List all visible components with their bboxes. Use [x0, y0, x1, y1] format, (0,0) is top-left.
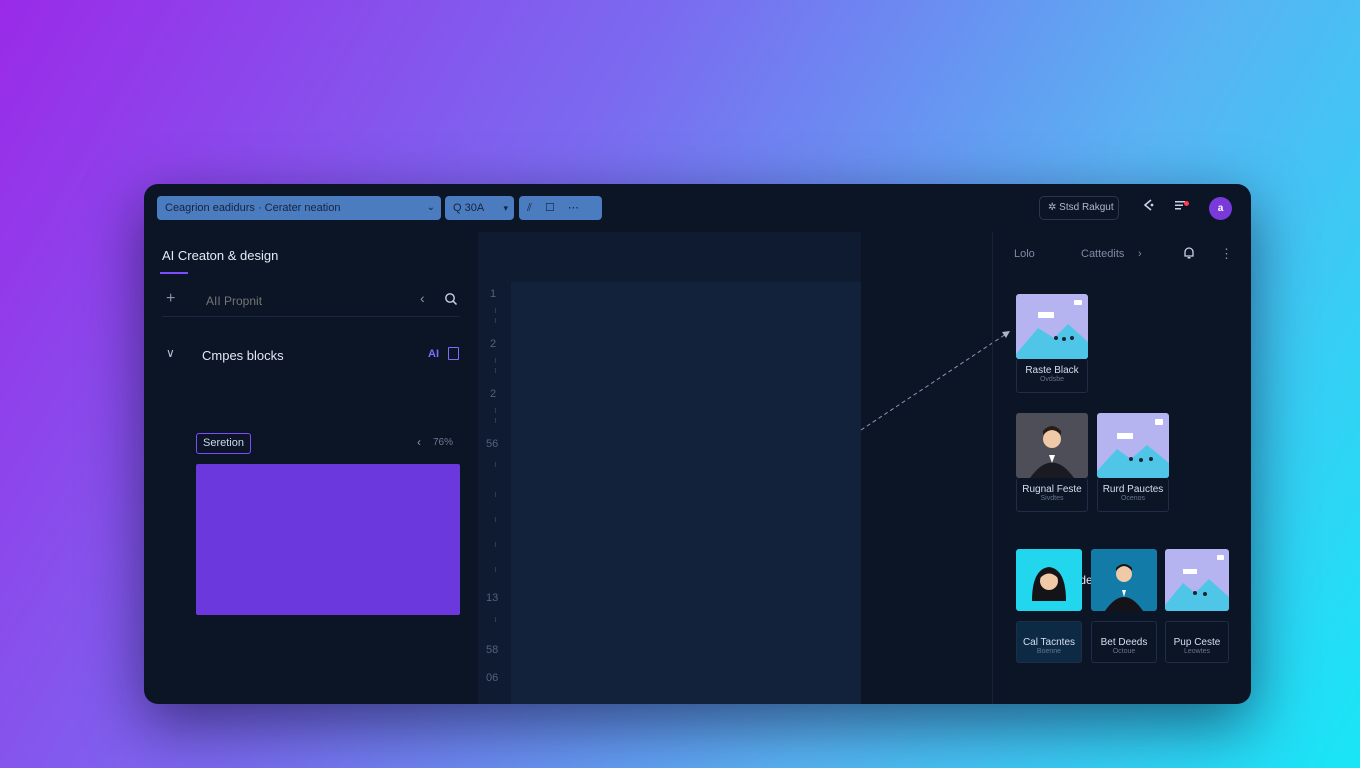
thumbnail-card-title: Bet Deeds: [1100, 637, 1148, 648]
thumbnail-card-title: Pup Ceste: [1173, 637, 1221, 648]
asset-card[interactable]: Raste Black Ovdsbe: [1016, 359, 1088, 393]
asset-thumbnail[interactable]: [1016, 413, 1088, 478]
thumbnail-card[interactable]: Cal Tacntes Boenne: [1016, 621, 1082, 663]
asset-card[interactable]: Rurd Pauctes Ocenos: [1097, 478, 1169, 512]
thumbnail-card-title: Cal Tacntes: [1022, 637, 1076, 648]
asset-thumbnail[interactable]: [1016, 294, 1088, 359]
chevron-right-icon[interactable]: ›: [1138, 248, 1142, 260]
asset-card[interactable]: Rugnal Feste Sivdtes: [1016, 478, 1088, 512]
header-label-left[interactable]: Lolo: [1014, 248, 1035, 260]
asset-thumbnail[interactable]: [1097, 413, 1169, 478]
thumbnail-card-subtitle: Leowtes: [1183, 648, 1211, 655]
bell-icon[interactable]: [1183, 246, 1195, 263]
thumbnail-man[interactable]: [1091, 549, 1157, 611]
thumbnail-card[interactable]: Pup Ceste Leowtes: [1165, 621, 1229, 663]
asset-title: Rurd Pauctes: [1102, 484, 1164, 495]
asset-subtitle: Sivdtes: [1040, 495, 1064, 502]
app-window: Ceagrion eadidurs · Cerater neation ⌄ Q …: [144, 184, 1251, 704]
header-label-mid[interactable]: Cattedits: [1081, 248, 1124, 260]
asset-title: Raste Black: [1025, 365, 1079, 376]
right-panel: Lolo Cattedits › ⋮ Raste Black Ovdsbe ⌄: [992, 232, 1251, 704]
thumbnail-woman[interactable]: [1016, 549, 1082, 611]
thumbnail-card-subtitle: Boenne: [1036, 648, 1062, 655]
asset-subtitle: Ocenos: [1120, 495, 1146, 502]
asset-subtitle: Ovdsbe: [1039, 376, 1065, 383]
thumbnail-card[interactable]: Bet Deeds Octoue: [1091, 621, 1157, 663]
more-vertical-icon[interactable]: ⋮: [1220, 246, 1233, 262]
thumbnail-landscape[interactable]: [1165, 549, 1229, 611]
asset-title: Rugnal Feste: [1022, 484, 1082, 495]
thumbnail-card-subtitle: Octoue: [1112, 648, 1136, 655]
